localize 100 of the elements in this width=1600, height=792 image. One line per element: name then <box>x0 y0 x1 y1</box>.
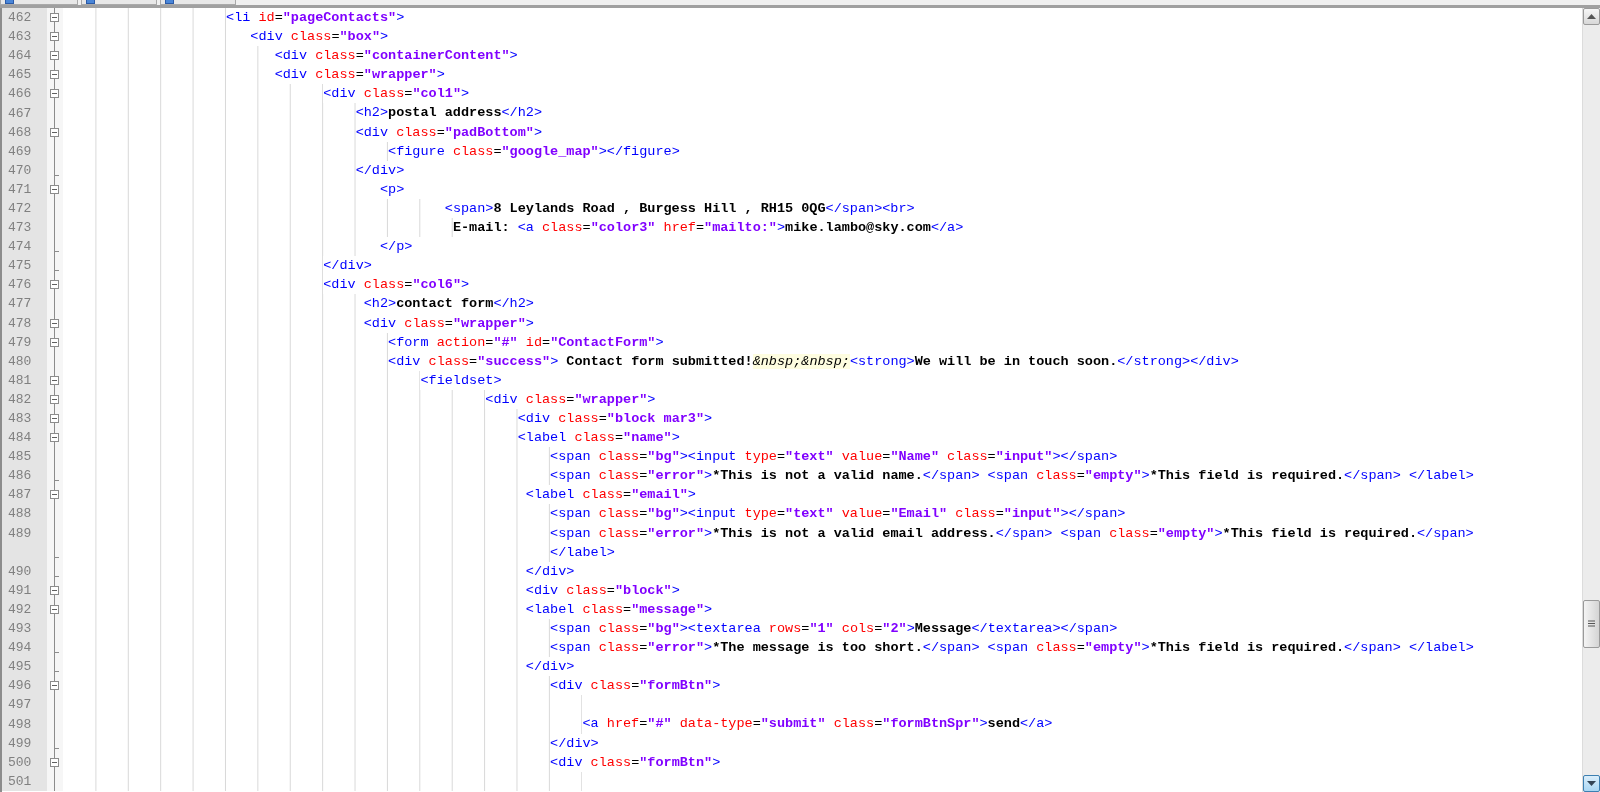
code-line: <div class="block mar3"> <box>517 409 713 428</box>
code-line: <form action="#" id="ContactForm"> <box>388 333 664 352</box>
fold-end-mark <box>54 270 59 272</box>
line-number: 486 <box>2 466 47 486</box>
code-line: <a href="#" data-type="submit" class="formBtnSpr">send</a> <box>582 715 1053 734</box>
code-line: <span class="error">*This is not a valid name.</span> <span class="empty">*This field is required.</span> </label> <box>550 467 1474 486</box>
scroll-up-button[interactable] <box>1583 8 1600 25</box>
file-tab[interactable] <box>0 0 78 5</box>
fold-end-mark <box>54 174 59 176</box>
code-line: </div> <box>355 161 405 180</box>
code-line: <div class="col6"> <box>323 276 470 295</box>
collapse-icon[interactable] <box>50 70 59 80</box>
line-number: 475 <box>2 256 47 276</box>
scroll-down-button[interactable] <box>1583 775 1600 792</box>
line-number: 473 <box>2 218 47 238</box>
file-icon <box>86 0 95 4</box>
line-number: 495 <box>2 657 47 677</box>
code-line: <div class="wrapper"> <box>363 314 534 333</box>
code-line: <div class="formBtn"> <box>550 677 721 696</box>
collapse-icon[interactable] <box>50 337 59 347</box>
code-line: <span class="bg"><input type="text" value="Name" class="input"></span> <box>550 448 1118 467</box>
code-line: <label class="message"> <box>525 600 713 619</box>
line-number: 477 <box>2 294 47 314</box>
code-line: <span>8 Leylands Road , Burgess Hill , RH15 0QG</span><br> <box>444 199 915 218</box>
code-line: <span class="bg"><textarea rows="1" cols="2">Message</textarea></span> <box>550 620 1118 638</box>
code-line: </div> <box>525 658 575 677</box>
grip-icon <box>1588 620 1595 628</box>
collapse-icon[interactable] <box>50 414 59 423</box>
collapse-icon[interactable] <box>50 184 59 194</box>
vertical-scrollbar[interactable] <box>1582 8 1600 792</box>
code-line: <div class="formBtn"> <box>550 753 721 772</box>
collapse-icon[interactable] <box>50 318 59 328</box>
line-number: 474 <box>2 237 47 257</box>
fold-end-mark <box>54 652 59 654</box>
line-number: 487 <box>2 485 47 505</box>
line-number: 493 <box>2 619 47 639</box>
line-number: 497 <box>2 695 47 715</box>
code-line: <li id="pageContacts"> <box>226 9 405 27</box>
line-number: 498 <box>2 714 47 734</box>
code-line: <h2>postal address</h2> <box>355 104 542 123</box>
code-line: </div> <box>550 734 599 753</box>
code-line: E-mail: <a class="color3" href="mailto:">mike.lambo@sky.com</a> <box>452 219 964 238</box>
collapse-icon[interactable] <box>50 51 59 61</box>
line-number: 496 <box>2 676 47 696</box>
collapse-icon[interactable] <box>50 32 59 42</box>
code-line: <div class="wrapper"> <box>485 390 656 409</box>
collapse-icon[interactable] <box>50 585 59 595</box>
line-number: 494 <box>2 638 47 658</box>
code-line: <div class="containerContent"> <box>274 47 518 66</box>
line-number: 463 <box>2 27 47 47</box>
code-line: <label class="email"> <box>525 486 696 505</box>
line-number: 485 <box>2 447 47 467</box>
line-number: 476 <box>2 275 47 295</box>
line-number: 488 <box>2 504 47 524</box>
code-line: </label> <box>550 543 615 562</box>
code-line: <div class="block"> <box>525 581 680 600</box>
collapse-icon[interactable] <box>50 127 59 137</box>
collapse-icon[interactable] <box>50 490 59 500</box>
code-line: <div class="wrapper"> <box>274 66 445 85</box>
collapse-icon[interactable] <box>50 280 59 290</box>
file-tab[interactable] <box>160 0 236 5</box>
code-line: <label class="name"> <box>517 429 680 448</box>
collapse-icon[interactable] <box>50 13 59 23</box>
code-line: </div> <box>525 562 575 581</box>
line-number: 467 <box>2 103 47 123</box>
code-line: </div> <box>323 257 372 276</box>
code-line: <fieldset> <box>420 371 502 390</box>
code-line: <span class="error">*The message is too short.</span> <span class="empty">*This field is required.</span> </label> <box>550 639 1474 658</box>
collapse-icon[interactable] <box>50 394 59 404</box>
collapse-icon[interactable] <box>50 681 59 691</box>
code-line: <p> <box>379 180 405 199</box>
code-line: <div class="padBottom"> <box>355 123 543 142</box>
collapse-icon[interactable] <box>50 757 59 767</box>
code-line: <div class="box"> <box>250 28 389 47</box>
caret-down-icon <box>1587 781 1596 786</box>
line-number: 465 <box>2 65 47 85</box>
file-tab[interactable] <box>81 0 157 5</box>
fold-end-mark <box>54 556 59 558</box>
line-number: 464 <box>2 46 47 66</box>
collapse-icon[interactable] <box>50 375 59 385</box>
code-line: <h2>contact form</h2> <box>363 295 534 314</box>
code-line: <span class="bg"><input type="text" value="Email" class="input"></span> <box>550 505 1126 524</box>
fold-end-mark <box>54 575 59 577</box>
collapse-icon[interactable] <box>50 89 59 99</box>
collapse-icon[interactable] <box>50 604 59 614</box>
fold-end-mark <box>54 747 59 749</box>
code-line: <div class="col1"> <box>323 85 470 104</box>
line-number: 462 <box>2 8 47 28</box>
code-line: <span class="error">*This is not a valid email address.</span> <span class="empty">*This field is required.</span> <box>550 524 1474 543</box>
code-line: <figure class="google_map"></figure> <box>388 142 680 161</box>
code-line: <div class="success"> Contact form submitted!&nbsp;&nbsp;<strong>We will be in touch soon.</strong></div> <box>388 352 1239 371</box>
collapse-icon[interactable] <box>50 433 59 443</box>
line-number: 484 <box>2 428 47 448</box>
fold-end-mark <box>54 251 59 253</box>
file-icon <box>5 0 14 4</box>
fold-end-mark <box>54 480 59 482</box>
scroll-thumb[interactable] <box>1583 600 1600 648</box>
code-line: </p> <box>379 238 413 257</box>
fold-end-mark <box>54 671 59 673</box>
line-number: 466 <box>2 84 47 104</box>
